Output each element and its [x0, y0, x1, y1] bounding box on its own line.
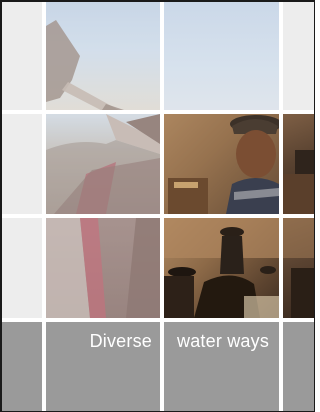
photo-panel-man-portrait: [164, 114, 279, 214]
grey-panel-r4c1: [2, 322, 42, 411]
caption-panel-diverse: Diverse: [46, 322, 160, 411]
pale-panel-r2c1: [2, 114, 42, 214]
cover-grid: Diverse water ways: [0, 0, 315, 412]
figure-illustration: [283, 150, 314, 214]
photo-panel-hat-sky: [46, 2, 160, 110]
photo-panel-r3c4: [283, 218, 314, 318]
caption-words-water-ways: water ways: [177, 331, 270, 351]
meeting-illustration: [164, 218, 279, 318]
photo-panel-meeting: [164, 218, 279, 318]
caption-word-diverse: Diverse: [89, 331, 152, 351]
poncho-illustration: [46, 114, 160, 214]
poncho-lower-illustration: [46, 218, 160, 318]
pale-panel-r3c1: [2, 218, 42, 318]
photo-panel-sky-right: [164, 2, 279, 110]
room-illustration: [283, 218, 314, 318]
pale-panel-r1c1: [2, 2, 42, 110]
man-portrait-illustration: [164, 114, 279, 214]
photo-panel-landscape-poncho: [46, 114, 160, 214]
hat-illustration: [46, 20, 124, 110]
photo-panel-poncho-lower: [46, 218, 160, 318]
caption-panel-water-ways: water ways: [164, 322, 279, 411]
grey-panel-r4c4: [283, 322, 314, 411]
pale-panel-r1c4: [283, 2, 314, 110]
photo-panel-r2c4: [283, 114, 314, 214]
